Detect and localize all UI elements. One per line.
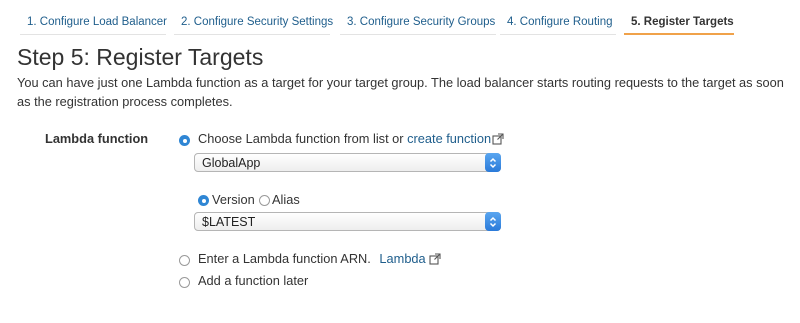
alias-label: Alias [272,192,300,207]
enter-arn-label: Enter a Lambda function ARN. [198,251,371,266]
lambda-link[interactable]: Lambda [379,251,425,266]
wizard-steps: 1. Configure Load Balancer 2. Configure … [0,0,800,36]
choose-from-list-label: Choose Lambda function from list or [198,131,408,146]
version-radio[interactable] [198,195,209,206]
external-link-icon [492,133,504,148]
page-title: Step 5: Register Targets [17,44,264,70]
add-later-radio[interactable] [179,277,190,288]
tab-configure-security-groups[interactable]: 3. Configure Security Groups [340,9,496,35]
version-select-value: $LATEST [202,215,256,229]
tab-configure-routing[interactable]: 4. Configure Routing [500,9,616,35]
enter-arn-radio[interactable] [179,255,190,266]
enter-arn-option: Enter a Lambda function ARN. Lambda [198,251,441,268]
choose-from-list-option: Choose Lambda function from list or crea… [198,131,504,148]
page-description: You can have just one Lambda function as… [17,75,784,109]
function-select-value: GlobalApp [202,156,261,170]
lambda-function-label: Lambda function [45,131,149,146]
add-later-label: Add a function later [198,273,309,288]
tab-register-targets[interactable]: 5. Register Targets [624,9,734,35]
function-select[interactable]: GlobalApp [194,153,501,172]
external-link-icon [429,253,441,268]
alias-radio[interactable] [259,195,270,206]
up-down-chevron-icon [485,212,501,231]
tab-configure-security-settings[interactable]: 2. Configure Security Settings [174,9,333,35]
version-label: Version [212,192,255,207]
tab-configure-load-balancer[interactable]: 1. Configure Load Balancer [20,9,167,35]
choose-from-list-radio[interactable] [179,135,190,146]
create-function-link[interactable]: create function [407,131,491,146]
up-down-chevron-icon [485,153,501,172]
version-select[interactable]: $LATEST [194,212,501,231]
